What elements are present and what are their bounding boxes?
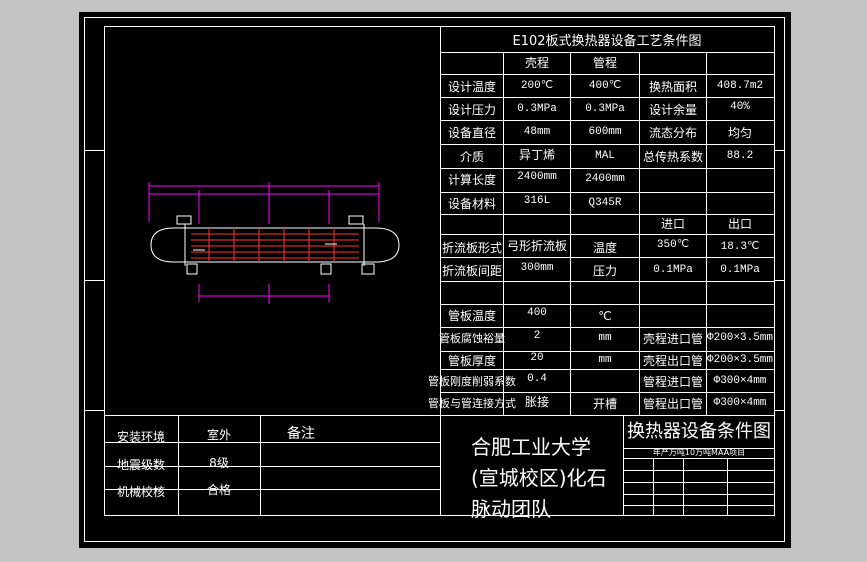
drawing-title: 换热器设备条件图 bbox=[627, 421, 771, 442]
remarks-label: 备注 bbox=[287, 426, 315, 442]
inlet-header: 进口 bbox=[660, 217, 686, 231]
header-shell: 壳程 bbox=[524, 56, 550, 70]
school-name: 合肥工业大学(宣城校区)化石脉动团队 bbox=[471, 435, 607, 521]
outlet-header: 出口 bbox=[727, 217, 753, 231]
table-title: E102板式换热器设备工艺条件图 bbox=[512, 34, 702, 49]
project-name: 年产万吨10万吨MAA项目 bbox=[652, 448, 746, 457]
drawing-sheet: E102板式换热器设备工艺条件图 壳程 管程 设计温度 200℃ 400℃ 换热… bbox=[79, 12, 791, 548]
header-tube: 管程 bbox=[592, 56, 618, 70]
